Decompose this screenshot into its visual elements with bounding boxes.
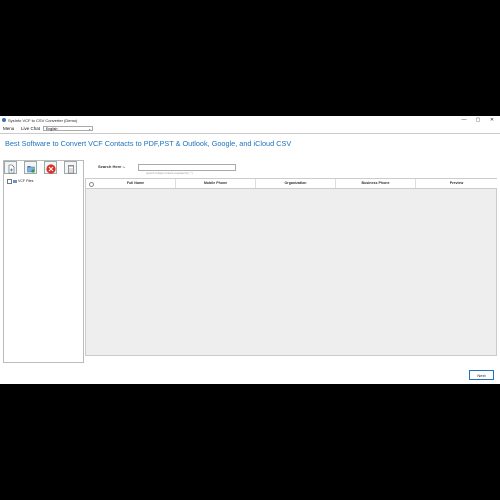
title-bar: SysInfo VCF to CSV Converter (Demo) — ▢ … (0, 116, 500, 125)
column-business-phone[interactable]: Business Phone (336, 179, 416, 188)
menu-divider (0, 133, 500, 134)
search-hint: (search multiple contacts separated by "… (146, 172, 193, 175)
search-label: Search Here :- (98, 164, 126, 169)
close-button[interactable]: ✕ (486, 117, 498, 124)
column-full-name[interactable]: Full Name (96, 179, 176, 188)
add-file-icon (8, 164, 15, 174)
clear-icon (68, 165, 74, 174)
add-folder-button[interactable] (24, 161, 37, 174)
column-organization[interactable]: Organization (256, 179, 336, 188)
remove-button[interactable] (44, 161, 57, 174)
language-value: English (46, 126, 58, 131)
minimize-button[interactable]: — (458, 117, 470, 124)
column-preview[interactable]: Preview (416, 179, 497, 188)
select-all-checkbox[interactable] (89, 182, 94, 187)
menu-item-menu[interactable]: Menu (3, 126, 14, 132)
window-title: SysInfo VCF to CSV Converter (Demo) (8, 118, 78, 123)
tree-root-label: VCF Files (18, 179, 34, 183)
page-title: Best Software to Convert VCF Contacts to… (5, 139, 292, 148)
next-button[interactable]: Next (469, 370, 494, 380)
file-tree-panel (3, 160, 84, 363)
add-file-button[interactable] (4, 161, 17, 174)
add-folder-icon (27, 166, 35, 173)
contacts-grid[interactable]: Full Name Mobile Phone Organization Busi… (85, 178, 497, 356)
app-logo-icon (2, 118, 6, 122)
menu-item-live-chat[interactable]: Live Chat (21, 126, 40, 132)
remove-icon (46, 164, 56, 174)
column-mobile-phone[interactable]: Mobile Phone (176, 179, 256, 188)
maximize-button[interactable]: ▢ (472, 117, 484, 124)
file-tree-root[interactable]: VCF Files (7, 178, 33, 184)
folder-icon (13, 179, 17, 183)
tree-checkbox[interactable] (7, 178, 12, 184)
language-select[interactable]: English ⌄ (43, 125, 93, 131)
chevron-down-icon: ⌄ (88, 126, 91, 131)
grid-header: Full Name Mobile Phone Organization Busi… (86, 179, 497, 189)
search-input[interactable] (138, 164, 236, 171)
clear-button[interactable] (64, 161, 77, 174)
